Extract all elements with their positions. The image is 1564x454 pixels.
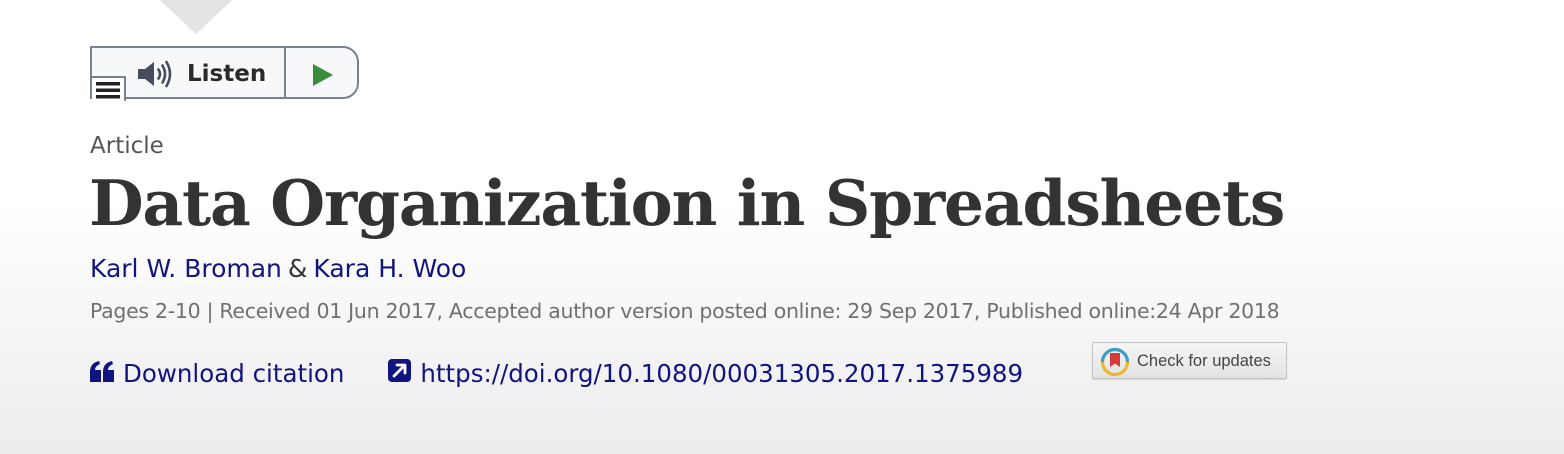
author-link-broman[interactable]: Karl W. Broman <box>90 254 282 283</box>
doi-url: https://doi.org/10.1080/00031305.2017.13… <box>420 358 1024 388</box>
publication-info: Pages 2-10 | Received 01 Jun 2017, Accep… <box>90 299 1280 323</box>
author-link-woo[interactable]: Kara H. Woo <box>313 254 466 283</box>
download-citation-label: Download citation <box>123 358 345 388</box>
author-separator: & <box>287 254 308 283</box>
article-links-row: Download citation https://doi.org/10.108… <box>90 355 1023 391</box>
play-button[interactable] <box>286 48 357 97</box>
article-type-label: Article <box>90 133 164 159</box>
check-for-updates-label: Check for updates <box>1137 352 1271 370</box>
download-citation-link[interactable]: Download citation <box>90 359 344 388</box>
listen-widget: Listen <box>90 46 359 101</box>
crossmark-icon <box>1100 347 1130 382</box>
listen-menu-button[interactable] <box>92 76 126 101</box>
article-title: Data Organization in Spreadsheets <box>89 166 1285 240</box>
header-notch <box>160 0 232 34</box>
speaker-volume-icon <box>136 60 174 93</box>
play-icon <box>312 63 334 92</box>
author-list: Karl W. Broman & Kara H. Woo <box>90 253 466 285</box>
quote-icon <box>90 359 115 388</box>
listen-label: Listen <box>187 61 267 87</box>
external-link-icon <box>388 358 412 388</box>
check-for-updates-button[interactable]: Check for updates <box>1092 342 1287 379</box>
doi-link[interactable]: https://doi.org/10.1080/00031305.2017.13… <box>388 358 1024 388</box>
